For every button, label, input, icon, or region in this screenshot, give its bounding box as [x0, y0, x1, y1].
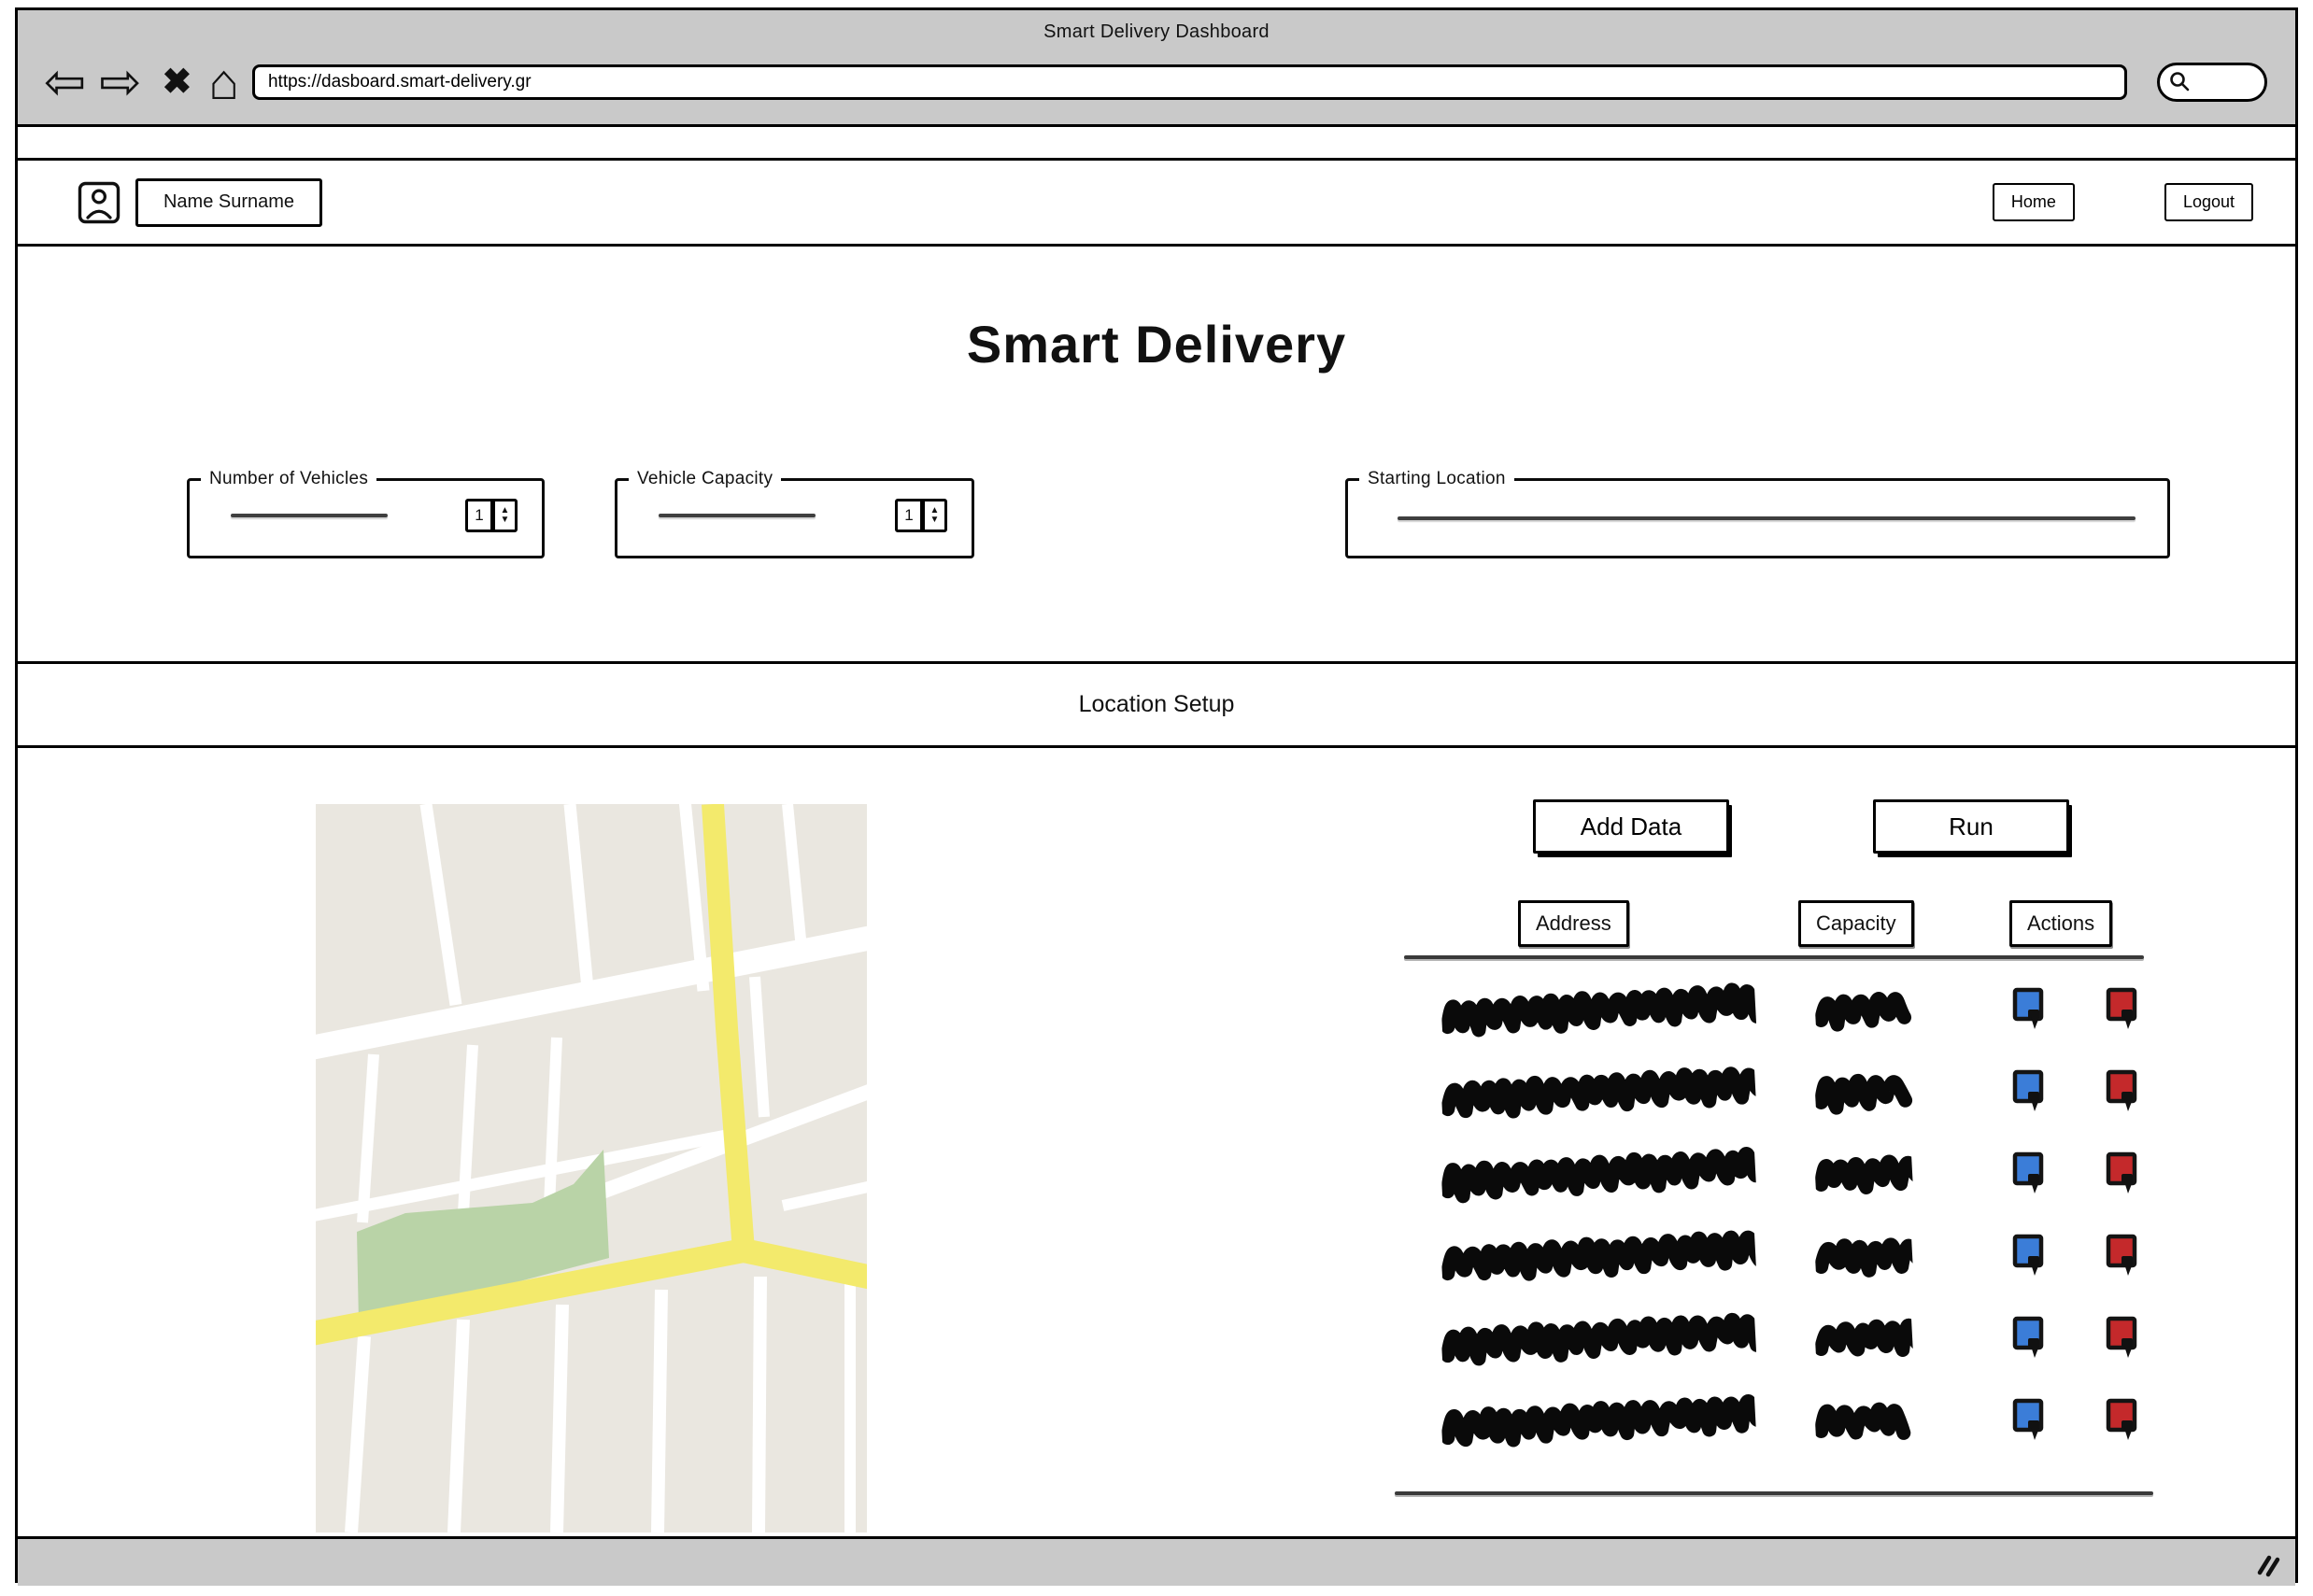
address-scribble [1440, 1308, 1757, 1366]
red-action-button[interactable] [2105, 1397, 2138, 1442]
window-title: Smart Delivery Dashboard [1043, 21, 1270, 42]
table-row [1404, 1296, 2151, 1378]
red-action-button[interactable] [2105, 1151, 2138, 1195]
resize-handle-icon[interactable] [2254, 1550, 2282, 1578]
table-footer-rule [1395, 1491, 2153, 1495]
capacity-scribble [1814, 1229, 1914, 1281]
setup-panel: Smart Delivery Number of Vehicles 1 ▲ ▼ … [18, 247, 2295, 664]
logout-button[interactable]: Logout [2164, 183, 2253, 221]
blue-action-button[interactable] [2011, 1151, 2045, 1195]
capacity-scribble [1814, 1311, 1914, 1363]
capacity-value[interactable]: 1 [895, 499, 923, 532]
blue-action-button[interactable] [2011, 1315, 2045, 1360]
search-field[interactable] [2157, 63, 2267, 102]
starting-location-fieldset: Starting Location [1345, 469, 2170, 558]
vehicle-capacity-fieldset: Vehicle Capacity 1 ▲ ▼ [615, 469, 974, 558]
table-row [1404, 1050, 2151, 1132]
blue-action-button[interactable] [2011, 1068, 2045, 1113]
location-setup-band: Location Setup [18, 664, 2295, 748]
forward-icon[interactable]: ⇨ [99, 55, 141, 109]
spinner-down-icon[interactable]: ▼ [930, 516, 940, 525]
home-icon[interactable]: ⌂ [208, 55, 239, 109]
red-action-button[interactable] [2105, 1068, 2138, 1113]
back-icon[interactable]: ⇦ [44, 55, 86, 109]
table-row [1404, 1378, 2151, 1461]
blue-action-button[interactable] [2011, 1233, 2045, 1278]
browser-window: Smart Delivery Dashboard ⇦ ⇨ ✖ ⌂ Name Su… [15, 7, 2298, 1586]
capacity-scribble [1814, 1393, 1912, 1446]
capacity-scribble [1814, 1065, 1913, 1117]
add-data-button[interactable]: Add Data [1533, 799, 1729, 854]
capacity-spinner[interactable]: 1 ▲ ▼ [895, 499, 947, 532]
starting-location-label: Starting Location [1368, 469, 1506, 488]
vehicles-spinner-arrows[interactable]: ▲ ▼ [493, 499, 518, 532]
home-button[interactable]: Home [1992, 183, 2075, 221]
blue-action-button[interactable] [2011, 986, 2045, 1031]
status-bar [18, 1536, 2295, 1586]
map[interactable] [316, 804, 867, 1532]
column-header-address: Address [1518, 900, 1629, 947]
address-scribble [1440, 1391, 1757, 1448]
section-title: Location Setup [1078, 691, 1235, 717]
user-header: Name Surname Home Logout [18, 161, 2295, 247]
vehicle-capacity-label: Vehicle Capacity [637, 469, 773, 488]
red-action-button[interactable] [2105, 1233, 2138, 1278]
vehicles-value[interactable]: 1 [465, 499, 493, 532]
search-icon [2170, 72, 2190, 92]
capacity-scribble [1814, 982, 1912, 1035]
user-avatar-icon[interactable] [78, 181, 121, 224]
table-row [1404, 1132, 2151, 1214]
column-header-actions: Actions [2009, 900, 2113, 947]
url-input[interactable] [251, 64, 2127, 100]
stop-icon[interactable]: ✖ [163, 55, 192, 109]
spinner-down-icon[interactable]: ▼ [501, 516, 510, 525]
number-of-vehicles-fieldset: Number of Vehicles 1 ▲ ▼ [187, 469, 545, 558]
red-action-button[interactable] [2105, 986, 2138, 1031]
number-of-vehicles-label: Number of Vehicles [209, 469, 369, 488]
vehicles-slider[interactable] [231, 514, 388, 517]
address-scribble [1440, 1226, 1757, 1284]
user-name-field[interactable]: Name Surname [135, 177, 322, 227]
browser-titlebar: Smart Delivery Dashboard ⇦ ⇨ ✖ ⌂ [18, 10, 2295, 127]
page-title: Smart Delivery [966, 315, 1347, 374]
address-scribble [1440, 980, 1757, 1038]
red-action-button[interactable] [2105, 1315, 2138, 1360]
capacity-spinner-arrows[interactable]: ▲ ▼ [923, 499, 947, 532]
run-button[interactable]: Run [1873, 799, 2069, 854]
table-row [1404, 1214, 2151, 1296]
address-scribble [1440, 1062, 1757, 1120]
table-header-rule [1404, 955, 2144, 959]
column-header-capacity: Capacity [1798, 900, 1914, 947]
blue-action-button[interactable] [2011, 1397, 2045, 1442]
capacity-slider[interactable] [659, 514, 816, 517]
content-area: Add Data Run Address Capacity Actions [18, 748, 2295, 1536]
vehicles-spinner[interactable]: 1 ▲ ▼ [465, 499, 518, 532]
table-row [1404, 967, 2151, 1050]
table-rows [1404, 967, 2151, 1472]
capacity-scribble [1814, 1147, 1914, 1199]
address-scribble [1440, 1144, 1757, 1204]
chrome-gap [18, 127, 2295, 161]
starting-location-input[interactable] [1397, 516, 2136, 520]
browser-toolbar: ⇦ ⇨ ✖ ⌂ [44, 53, 2280, 111]
